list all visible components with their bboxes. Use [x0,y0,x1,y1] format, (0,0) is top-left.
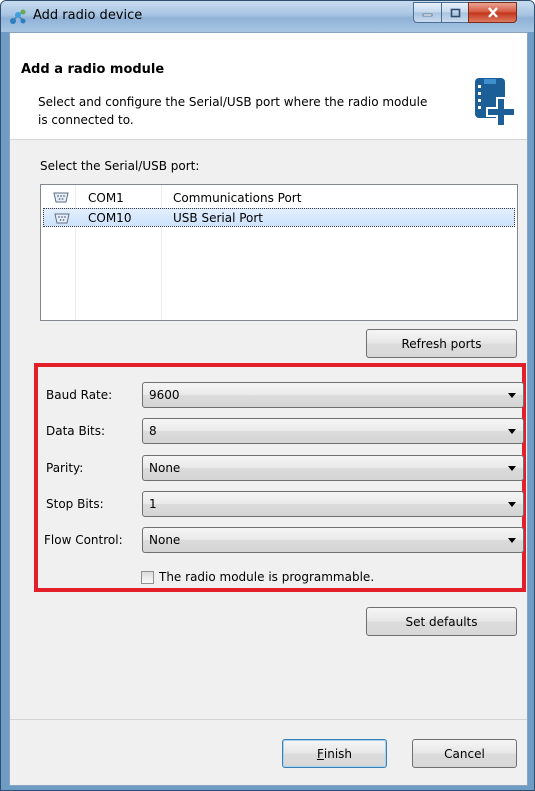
radio-network-icon [10,9,26,24]
stop-bits-select[interactable]: 1 [142,491,524,517]
port-row-com10[interactable]: COM10 USB Serial Port [43,208,515,227]
serial-settings-highlight: Baud Rate: 9600 Data Bits: 8 Parity: Non… [34,363,526,592]
minimize-icon [422,13,433,17]
dialog-window: Add radio device Add a radio module Sele… [0,0,535,791]
port-name: COM10 [88,210,132,225]
port-description: Communications Port [173,190,302,205]
data-bits-value: 8 [149,424,157,438]
radio-module-add-icon [475,78,516,127]
minimize-button[interactable] [413,2,442,23]
window-title: Add radio device [33,8,143,23]
finish-accelerator: F [316,746,324,761]
port-name: COM1 [88,190,124,205]
chevron-down-icon [508,466,516,471]
maximize-button[interactable] [441,2,469,23]
title-bar[interactable]: Add radio device [1,1,534,32]
parity-value: None [149,461,181,475]
programmable-label[interactable]: The radio module is programmable. [159,570,374,584]
footer-separator [10,719,527,720]
page-title: Add a radio module [21,62,165,77]
baud-rate-label: Baud Rate: [46,388,113,402]
stop-bits-value: 1 [149,497,157,511]
baud-rate-value: 9600 [149,388,180,402]
dialog-client-area: Add a radio module Select and configure … [9,32,528,786]
chevron-down-icon [508,502,516,507]
page-description: Select and configure the Serial/USB port… [38,95,428,127]
parity-select[interactable]: None [142,455,524,481]
parity-label: Parity: [46,461,84,475]
port-row-com1[interactable]: COM1 Communications Port [43,188,515,207]
chevron-down-icon [508,538,516,543]
serial-port-icon [54,213,70,224]
maximize-icon [450,8,460,17]
baud-rate-select[interactable]: 9600 [142,382,524,408]
finish-label: inish [323,746,353,761]
port-list-label: Select the Serial/USB port: [40,159,200,173]
port-description: USB Serial Port [173,210,264,225]
chevron-down-icon [508,393,516,398]
data-bits-select[interactable]: 8 [142,418,524,444]
refresh-ports-button[interactable]: Refresh ports [366,329,517,358]
cancel-button[interactable]: Cancel [412,739,517,768]
flow-control-value: None [149,533,181,547]
finish-button[interactable]: Finish [282,739,387,768]
close-icon [487,7,498,18]
wizard-header: Add a radio module Select and configure … [10,33,527,140]
flow-control-label: Flow Control: [44,533,123,547]
serial-port-icon [53,192,69,203]
programmable-checkbox[interactable] [141,571,154,584]
stop-bits-label: Stop Bits: [46,497,104,511]
chevron-down-icon [508,429,516,434]
port-list[interactable]: COM1 Communications Port COM10 USB Seria… [40,184,518,321]
data-bits-label: Data Bits: [46,424,106,438]
close-button[interactable] [468,2,517,23]
flow-control-select[interactable]: None [142,527,524,553]
set-defaults-button[interactable]: Set defaults [366,607,517,636]
